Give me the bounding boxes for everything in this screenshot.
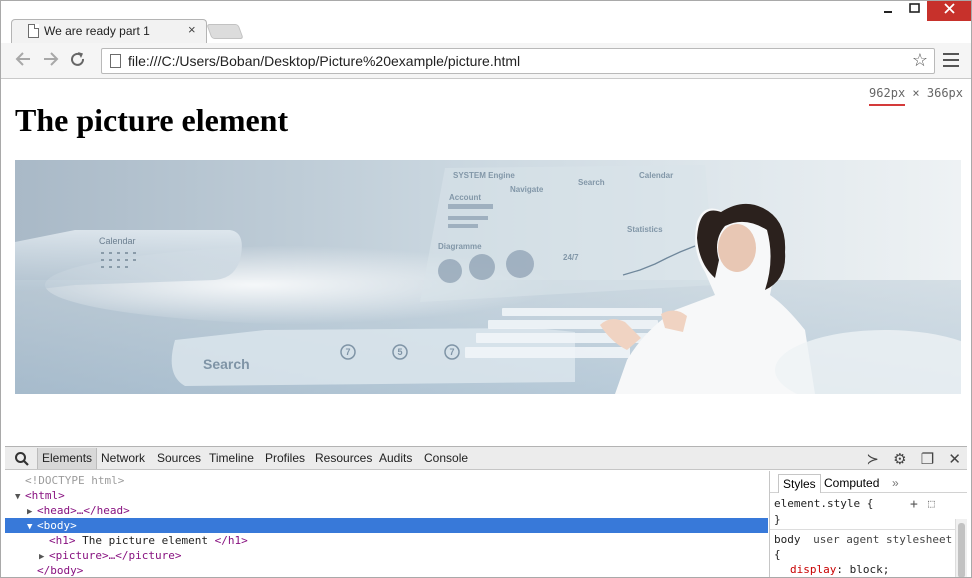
reload-icon bbox=[71, 52, 84, 66]
styles-scrollbar[interactable] bbox=[955, 519, 967, 577]
hero-search-bottom: Search bbox=[203, 356, 250, 372]
body-selector-text: body bbox=[774, 533, 801, 546]
viewport-size-readout: 962px × 366px bbox=[869, 86, 963, 106]
tab-network[interactable]: Network bbox=[101, 451, 145, 465]
times-sign: × bbox=[912, 86, 920, 100]
address-bar[interactable]: file:///C:/Users/Boban/Desktop/Picture%2… bbox=[101, 48, 935, 74]
tab-profiles[interactable]: Profiles bbox=[265, 451, 305, 465]
element-state-icon[interactable]: ⬚ bbox=[928, 497, 935, 510]
tab-title: We are ready part 1 bbox=[44, 24, 150, 38]
property-value: block; bbox=[849, 563, 890, 576]
dom-line-html[interactable]: ▼ <html> bbox=[5, 488, 768, 503]
forward-button[interactable] bbox=[40, 51, 62, 71]
viewport-height: 366px bbox=[926, 86, 963, 100]
tab-close-icon[interactable]: × bbox=[188, 22, 196, 37]
page-heading: The picture element bbox=[15, 102, 289, 138]
close-window-button[interactable] bbox=[927, 1, 971, 21]
url-text[interactable]: file:///C:/Users/Boban/Desktop/Picture%2… bbox=[128, 53, 520, 69]
hero-num-2: 5 bbox=[397, 347, 402, 357]
doctype-text: <!DOCTYPE html> bbox=[25, 474, 125, 487]
gear-icon[interactable]: ⚙ bbox=[893, 451, 906, 468]
document-icon bbox=[28, 24, 39, 38]
tab-resources[interactable]: Resources bbox=[315, 451, 372, 465]
devtools-tabbar: Elements Network Sources Timeline Profil… bbox=[5, 447, 967, 470]
menu-button[interactable] bbox=[943, 53, 959, 67]
styles-tabbar: Styles Computed » bbox=[770, 471, 967, 493]
minimize-icon bbox=[884, 11, 892, 13]
hero-247: 24/7 bbox=[563, 253, 579, 262]
arrow-left-icon bbox=[15, 52, 30, 66]
html-tag: <html> bbox=[25, 489, 65, 502]
minimize-button[interactable] bbox=[875, 1, 901, 21]
arrow-right-icon bbox=[44, 52, 59, 66]
console-drawer-icon[interactable]: ≻ bbox=[866, 451, 879, 468]
add-rule-icon[interactable]: + bbox=[910, 497, 918, 512]
star-icon[interactable]: ☆ bbox=[912, 50, 928, 71]
tab-sources[interactable]: Sources bbox=[157, 451, 201, 465]
hero-account: Account bbox=[449, 193, 481, 202]
tab-timeline[interactable]: Timeline bbox=[209, 451, 254, 465]
picture-tag: <picture>…</picture> bbox=[49, 549, 182, 562]
body-tag: <body> bbox=[37, 519, 77, 532]
element-style-close: } bbox=[774, 513, 781, 526]
hero-illustration: Calendar Search 7 5 7 SYSTEM Engine Acco… bbox=[15, 160, 961, 394]
title-bar: We are ready part 1 × bbox=[1, 1, 971, 44]
display-declaration[interactable]: display: block; bbox=[790, 563, 889, 576]
body-close-tag: </body> bbox=[37, 564, 84, 577]
new-tab-button[interactable] bbox=[206, 24, 244, 39]
tab-computed[interactable]: Computed bbox=[824, 476, 879, 490]
dom-line-head[interactable]: ▶ <head>…</head> bbox=[5, 503, 768, 518]
hero-system-engine: SYSTEM Engine bbox=[453, 171, 515, 180]
devtools-actions: ≻ ⚙ ❐ ✕ bbox=[856, 450, 961, 468]
dock-icon[interactable]: ❐ bbox=[921, 451, 934, 468]
back-button[interactable] bbox=[12, 51, 34, 71]
hero-num-3: 7 bbox=[449, 347, 454, 357]
devtools-panel: Elements Network Sources Timeline Profil… bbox=[5, 446, 967, 577]
reload-button[interactable] bbox=[67, 51, 89, 71]
hero-num-1: 7 bbox=[345, 347, 350, 357]
tab-styles[interactable]: Styles bbox=[778, 474, 821, 493]
hamburger-icon bbox=[943, 53, 959, 55]
dom-line-h1[interactable]: <h1> The picture element </h1> bbox=[5, 533, 768, 548]
hero-search-top: Search bbox=[578, 178, 605, 187]
hero-calendar-top: Calendar bbox=[639, 171, 673, 180]
close-icon[interactable]: ✕ bbox=[948, 451, 961, 468]
stylesheet-source: user agent stylesheet bbox=[813, 533, 953, 546]
dom-line-picture[interactable]: ▶ <picture>…</picture> bbox=[5, 548, 768, 563]
page-icon bbox=[110, 54, 121, 68]
more-tabs-chevron[interactable]: » bbox=[892, 476, 899, 490]
search-icon[interactable] bbox=[14, 451, 30, 467]
hero-calendar-left: Calendar bbox=[99, 236, 136, 246]
maximize-icon bbox=[908, 3, 920, 13]
dom-line-body-close[interactable]: </body> bbox=[5, 563, 768, 577]
property-name: display bbox=[790, 563, 837, 576]
scrollbar-thumb[interactable] bbox=[958, 523, 965, 577]
dom-tree: <!DOCTYPE html> ▼ <html> ▶ <head>…</head> … bbox=[5, 471, 768, 577]
hero-diagramme: Diagramme bbox=[438, 242, 482, 251]
hero-image: Calendar Search 7 5 7 SYSTEM Engine Acco… bbox=[15, 160, 961, 394]
hero-statistics: Statistics bbox=[627, 225, 663, 234]
dom-line-body-selected[interactable]: ▼ <body> bbox=[5, 518, 768, 533]
h1-close-tag: </h1> bbox=[214, 534, 248, 547]
close-icon bbox=[943, 3, 955, 14]
h1-open-tag: <h1> bbox=[49, 534, 76, 547]
hero-navigate: Navigate bbox=[510, 185, 544, 194]
dom-line-doctype[interactable]: <!DOCTYPE html> bbox=[5, 473, 768, 488]
body-selector: body user agent stylesheet bbox=[774, 533, 952, 546]
viewport-width: 962px bbox=[869, 86, 906, 106]
head-tag: <head>…</head> bbox=[37, 504, 130, 517]
tab-audits[interactable]: Audits bbox=[379, 451, 412, 465]
tab-elements[interactable]: Elements bbox=[37, 448, 98, 469]
h1-text: The picture element bbox=[75, 534, 215, 547]
maximize-button[interactable] bbox=[901, 1, 927, 21]
browser-tab[interactable]: We are ready part 1 × bbox=[11, 19, 207, 44]
browser-window: We are ready part 1 × file:///C:/Users/B… bbox=[0, 0, 972, 578]
browser-toolbar: file:///C:/Users/Boban/Desktop/Picture%2… bbox=[1, 43, 971, 79]
element-style-rule[interactable]: element.style { bbox=[774, 497, 873, 510]
body-open-brace: { bbox=[774, 548, 781, 561]
page-viewport: 962px × 366px The picture element Calend… bbox=[5, 80, 967, 446]
tab-console[interactable]: Console bbox=[424, 451, 468, 465]
styles-pane: Styles Computed » element.style { + ⬚ } … bbox=[769, 471, 967, 577]
